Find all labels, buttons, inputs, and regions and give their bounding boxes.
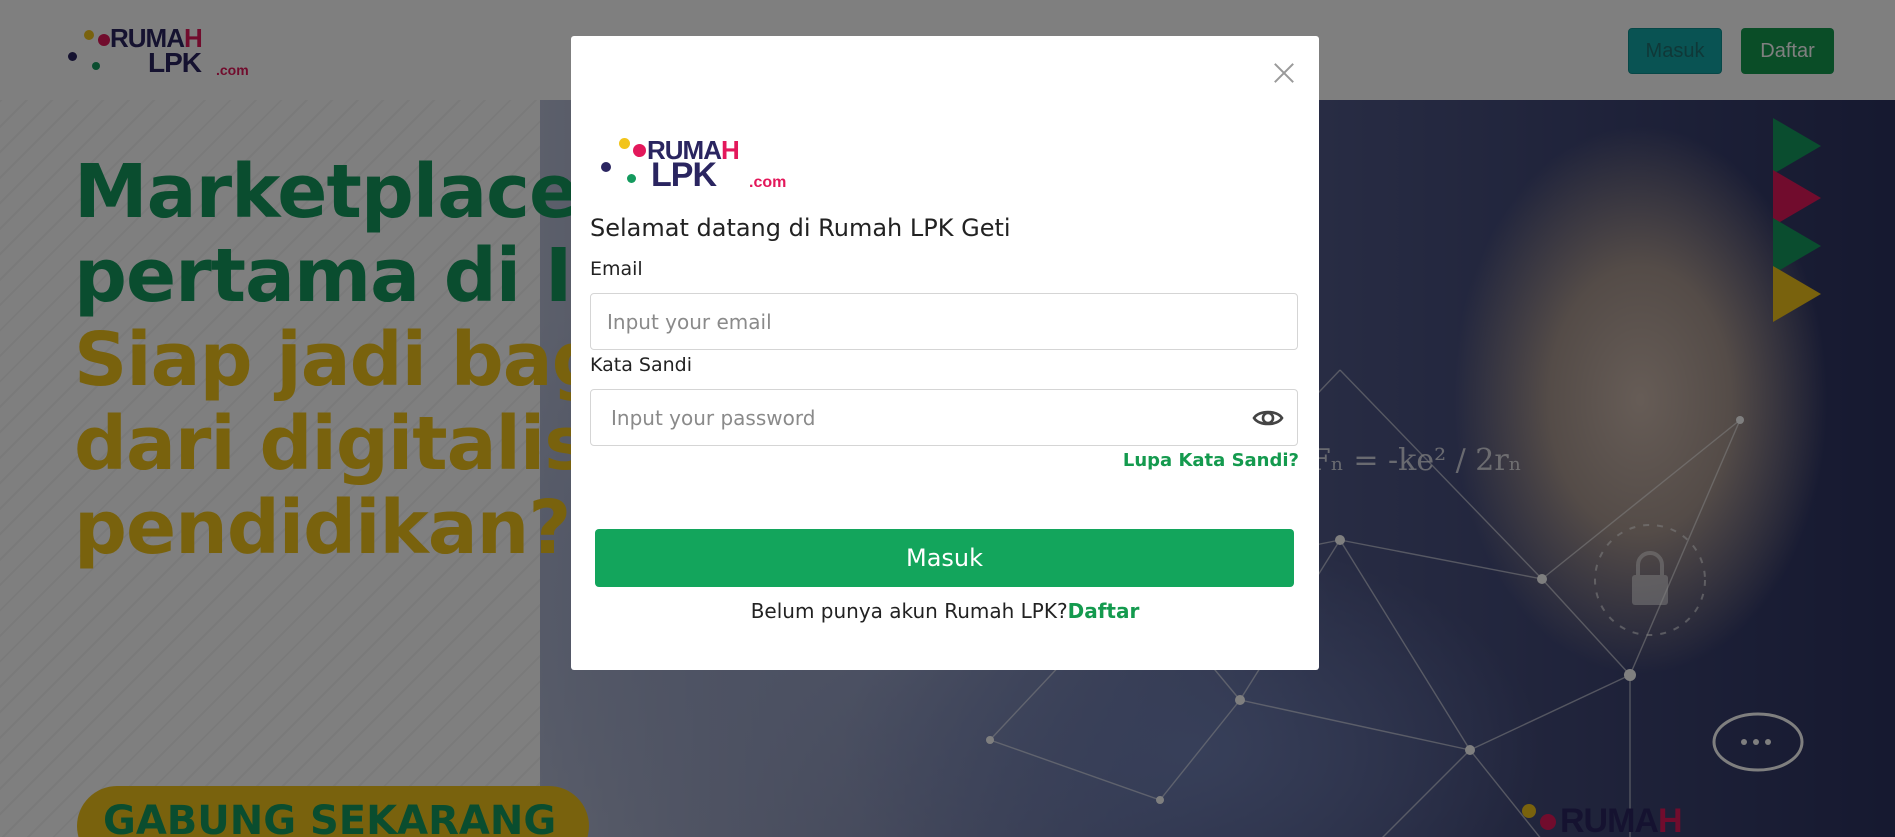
- logo-dot-green: [627, 174, 636, 183]
- logo-wordmark-bottom: LPK: [651, 156, 717, 194]
- email-label: Email: [590, 258, 643, 280]
- modal-logo: RUMAH LPK .com: [599, 136, 799, 192]
- login-modal: RUMAH LPK .com Selamat datang di Rumah L…: [571, 36, 1319, 670]
- logo-dot-pink: [633, 144, 646, 157]
- signup-text: Belum punya akun Rumah LPK?: [750, 599, 1068, 623]
- login-submit-button[interactable]: Masuk: [595, 529, 1294, 587]
- forgot-password-link[interactable]: Lupa Kata Sandi?: [1123, 450, 1299, 471]
- password-label: Kata Sandi: [590, 354, 692, 376]
- logo-com: .com: [749, 174, 787, 191]
- signup-prompt: Belum punya akun Rumah LPK?Daftar: [571, 599, 1319, 623]
- logo-dot-navy: [601, 162, 611, 172]
- modal-title: Selamat datang di Rumah LPK Geti: [590, 214, 1011, 242]
- close-icon[interactable]: [1271, 60, 1297, 86]
- email-field[interactable]: [590, 293, 1298, 350]
- password-field[interactable]: [590, 389, 1298, 446]
- signup-link[interactable]: Daftar: [1068, 599, 1140, 623]
- eye-icon[interactable]: [1252, 406, 1284, 430]
- logo-dot-yellow: [619, 138, 630, 149]
